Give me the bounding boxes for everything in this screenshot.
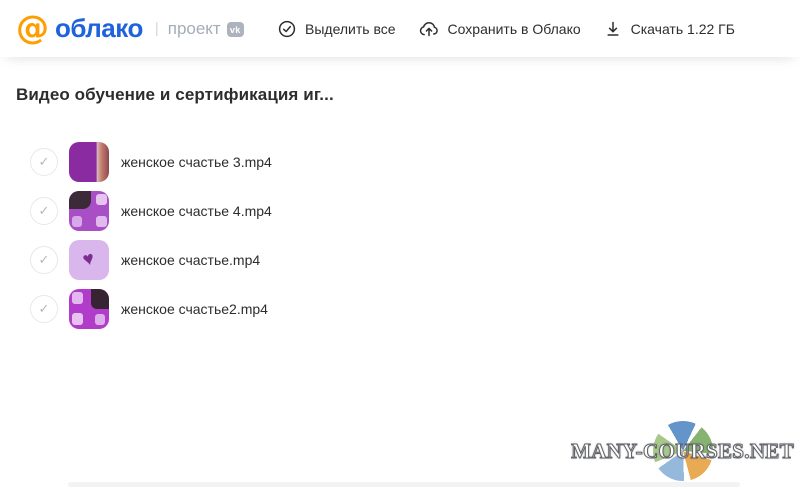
save-to-cloud-label: Сохранить в Облако (448, 21, 581, 37)
heart-icon: ♥ (81, 249, 97, 270)
download-button[interactable]: Скачать 1.22 ГБ (604, 20, 735, 38)
file-row[interactable]: ✓ женское счастье2.mp4 (30, 284, 272, 333)
file-name[interactable]: женское счастье 4.mp4 (121, 203, 272, 219)
file-name[interactable]: женское счастье2.mp4 (121, 301, 268, 317)
file-checkbox[interactable]: ✓ (30, 295, 58, 323)
mailru-at-icon: @ (16, 11, 49, 44)
header: @ облако | проект vk Выделить все (0, 0, 800, 57)
download-label: Скачать 1.22 ГБ (631, 21, 735, 37)
file-name[interactable]: женское счастье.mp4 (121, 252, 260, 268)
horizontal-scrollbar[interactable] (68, 482, 740, 487)
cloud-logo[interactable]: @ облако | проект vk (16, 13, 244, 44)
video-thumbnail[interactable] (69, 191, 109, 231)
check-circle-icon (278, 20, 296, 38)
file-row[interactable]: ✓ женское счастье 4.mp4 (30, 186, 272, 235)
file-checkbox[interactable]: ✓ (30, 197, 58, 225)
toolbar: Выделить все Сохранить в Облако (278, 0, 735, 57)
globe-logo-icon (653, 421, 713, 481)
file-row[interactable]: ✓ женское счастье 3.mp4 (30, 137, 272, 186)
watermark-text: MANY-COURSES.NET (571, 439, 794, 464)
brand-name: облако (55, 13, 143, 44)
checkmark-icon: ✓ (39, 203, 50, 219)
save-to-cloud-button[interactable]: Сохранить в Облако (419, 20, 581, 38)
page-title: Видео обучение и сертификация иг... (16, 85, 334, 105)
file-name[interactable]: женское счастье 3.mp4 (121, 154, 272, 170)
checkmark-icon: ✓ (39, 154, 50, 170)
file-row[interactable]: ✓ ♥ женское счастье.mp4 (30, 235, 272, 284)
video-thumbnail[interactable]: ♥ (69, 240, 109, 280)
vk-icon: vk (227, 22, 244, 37)
select-all-button[interactable]: Выделить все (278, 20, 396, 38)
file-checkbox[interactable]: ✓ (30, 148, 58, 176)
file-list: ✓ женское счастье 3.mp4 ✓ женское счасть… (30, 137, 272, 333)
project-label: проект (168, 19, 221, 39)
download-icon (604, 20, 622, 38)
watermark: MANY-COURSES.NET (570, 426, 795, 476)
select-all-label: Выделить все (305, 21, 396, 37)
cloud-share-page: @ облако | проект vk Выделить все (0, 0, 800, 489)
logo-divider: | (155, 20, 159, 37)
cloud-upload-icon (419, 20, 439, 38)
checkmark-icon: ✓ (39, 252, 50, 268)
checkmark-icon: ✓ (39, 301, 50, 317)
video-thumbnail[interactable] (69, 289, 109, 329)
file-checkbox[interactable]: ✓ (30, 246, 58, 274)
video-thumbnail[interactable] (69, 142, 109, 182)
